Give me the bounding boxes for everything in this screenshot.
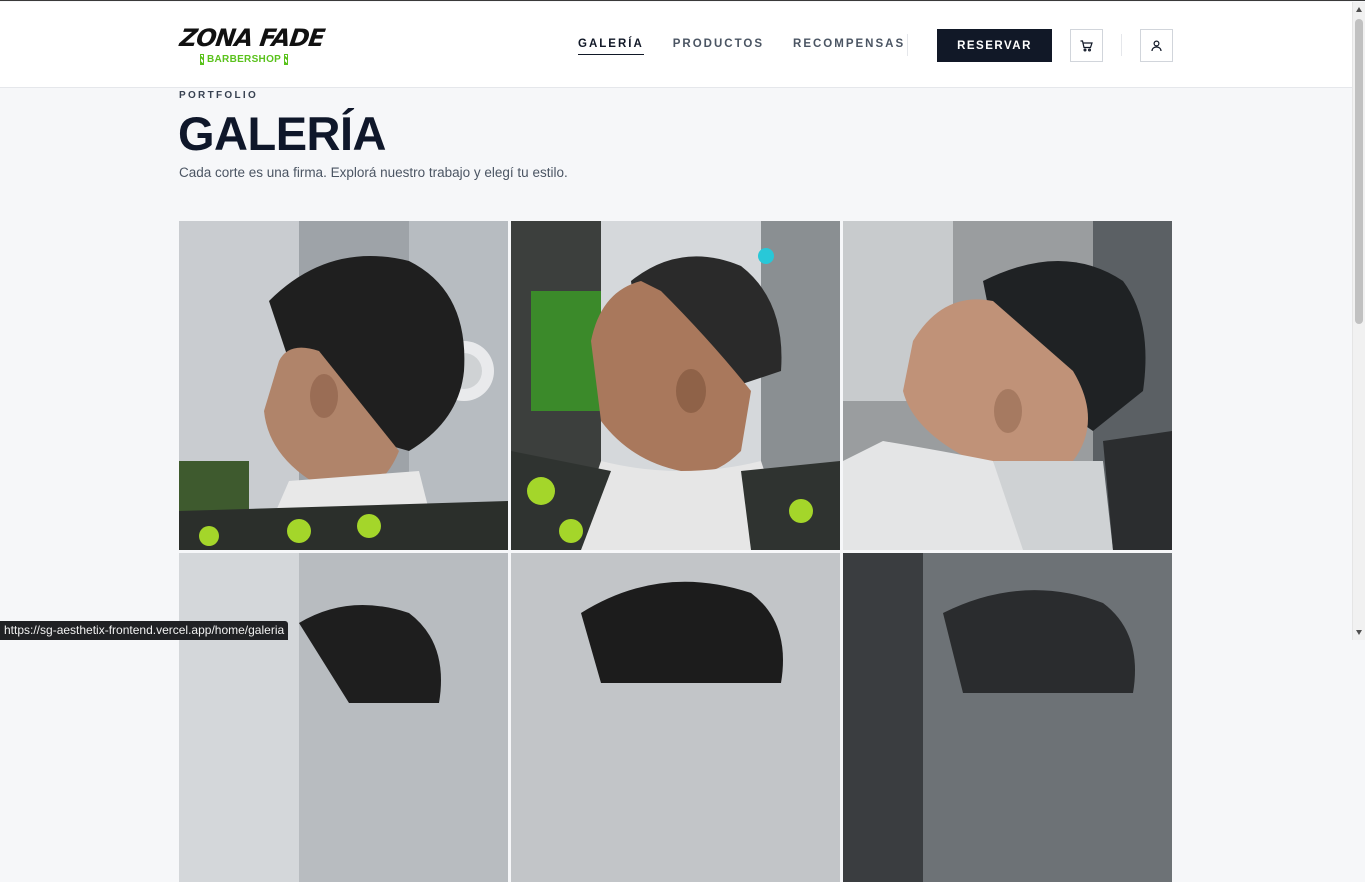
user-icon (1151, 39, 1162, 51)
haircut-photo (843, 221, 1172, 550)
gallery-photo[interactable] (511, 221, 840, 550)
gallery-photo[interactable] (511, 553, 840, 882)
status-bar-url: https://sg-aesthetix-frontend.vercel.app… (0, 621, 289, 640)
scroll-up-icon[interactable] (1356, 7, 1362, 12)
nav-item-productos[interactable]: PRODUCTOS (673, 38, 764, 55)
nav-divider (907, 34, 908, 56)
page-subtitle: Cada corte es una firma. Explorá nuestro… (179, 165, 568, 180)
brand-tagline-row: BARBERSHOP (200, 54, 290, 65)
haircut-photo (843, 553, 1172, 882)
site-header: ZONA FADE BARBERSHOP GALERÍA PRODUCTOS R… (0, 2, 1352, 88)
gallery-photo[interactable] (843, 221, 1172, 550)
barber-pole-icon (200, 54, 204, 65)
brand-tagline: BARBERSHOP (207, 54, 282, 65)
gallery-photo[interactable] (843, 553, 1172, 882)
nav-divider (1121, 34, 1122, 56)
reservar-button[interactable]: RESERVAR (937, 29, 1052, 62)
brand-name: ZONA FADE (178, 24, 326, 52)
haircut-photo (179, 553, 508, 882)
page-title: GALERÍA (178, 107, 387, 160)
cart-button[interactable] (1070, 29, 1103, 62)
barber-pole-icon (284, 54, 289, 65)
gallery-photo[interactable] (179, 221, 508, 550)
haircut-photo (511, 221, 840, 550)
section-eyebrow: PORTFOLIO (179, 90, 259, 101)
main-nav: GALERÍA PRODUCTOS RECOMPENSAS (578, 38, 905, 55)
gallery-grid (179, 221, 1172, 882)
cart-icon (1080, 39, 1093, 52)
brand-logo[interactable]: ZONA FADE BARBERSHOP (178, 24, 326, 74)
haircut-photo (511, 553, 840, 882)
nav-item-recompensas[interactable]: RECOMPENSAS (793, 38, 905, 55)
browser-viewport: ZONA FADE BARBERSHOP GALERÍA PRODUCTOS R… (0, 0, 1365, 882)
gallery-photo[interactable] (179, 553, 508, 882)
haircut-photo (179, 221, 508, 550)
scroll-down-icon[interactable] (1356, 630, 1362, 635)
scrollbar-thumb[interactable] (1355, 19, 1363, 324)
nav-item-galeria[interactable]: GALERÍA (578, 38, 644, 55)
vertical-scrollbar[interactable] (1352, 2, 1365, 640)
account-button[interactable] (1140, 29, 1173, 62)
